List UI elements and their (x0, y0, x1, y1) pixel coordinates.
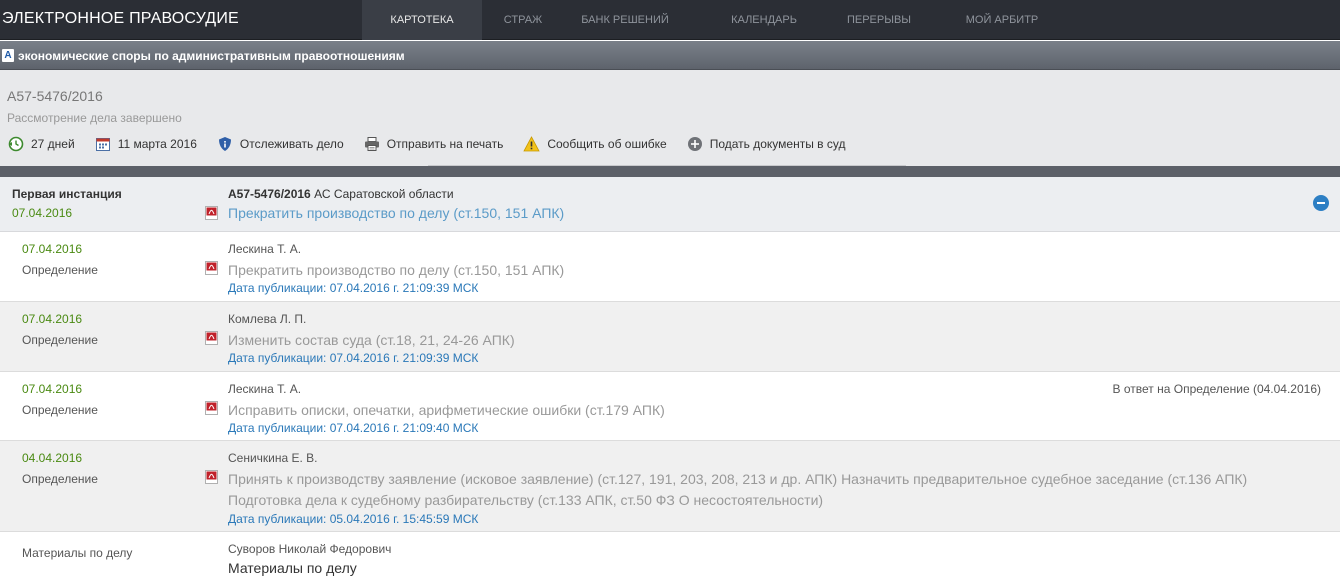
materials-row: Материалы по делу Суворов Николай Федоро… (0, 532, 1340, 581)
document-title-line: Принять к производству заявление (исково… (228, 471, 1248, 487)
materials-title-link[interactable]: Материалы по делу (228, 560, 357, 576)
document-title-line: Подготовка дела к судебному разбирательс… (228, 492, 824, 508)
document-publication-date: Дата публикации: 07.04.2016 г. 21:09:39 … (228, 351, 479, 365)
document-type: Определение (22, 472, 98, 486)
document-row: 07.04.2016 Определение Лескина Т. А. Пре… (0, 232, 1340, 302)
case-actions: 27 дней 11 марта 2016 Отслеживать дело О… (8, 136, 866, 152)
print-label: Отправить на печать (386, 137, 504, 151)
case-header: А57-5476/2016 Рассмотрение дела завершен… (0, 70, 1340, 166)
date-label: 11 марта 2016 (117, 137, 197, 151)
warning-icon (523, 136, 541, 152)
days-label: 27 дней (31, 137, 75, 151)
submit-documents-button[interactable]: Подать документы в суд (687, 136, 846, 152)
report-error-button[interactable]: Сообщить об ошибке (523, 136, 667, 152)
materials-label: Материалы по делу (22, 546, 133, 560)
track-label: Отслеживать дело (239, 137, 344, 151)
section-divider (0, 166, 1340, 177)
document-type: Определение (22, 403, 98, 417)
document-type: Определение (22, 333, 98, 347)
top-navigation-bar: ЭЛЕКТРОННОЕ ПРАВОСУДИЕ КАРТОТЕКА СТРАЖ Б… (0, 0, 1340, 40)
case-date[interactable]: 11 марта 2016 (95, 136, 197, 152)
materials-person: Суворов Николай Федорович (228, 542, 392, 556)
brand-title[interactable]: ЭЛЕКТРОННОЕ ПРАВОСУДИЕ (2, 10, 239, 28)
document-judge: Лескина Т. А. (228, 242, 302, 256)
category-title: экономические споры по административным … (18, 49, 405, 63)
document-title-link[interactable]: Прекратить производство по делу (ст.150,… (228, 260, 1318, 281)
nav-kalendar[interactable]: КАЛЕНДАРЬ (686, 0, 842, 40)
document-publication-date: Дата публикации: 05.04.2016 г. 15:45:59 … (228, 512, 479, 526)
main-nav: КАРТОТЕКА СТРАЖ БАНК РЕШЕНИЙ КАЛЕНДАРЬ П… (362, 0, 1088, 40)
document-date: 07.04.2016 (22, 382, 83, 396)
pdf-icon (205, 470, 218, 484)
instance-case-info: А57-5476/2016 АС Саратовской области (228, 187, 454, 201)
collapse-minus-icon[interactable] (1313, 195, 1329, 211)
category-bar: А экономические споры по административны… (0, 41, 1340, 70)
category-badge-icon: А (2, 49, 14, 62)
clock-back-icon (8, 136, 24, 152)
document-publication-date: Дата публикации: 07.04.2016 г. 21:09:39 … (228, 281, 479, 295)
instance-date: 07.04.2016 (12, 206, 73, 220)
instance-case-number: А57-5476/2016 (228, 187, 311, 201)
print-button[interactable]: Отправить на печать (364, 136, 504, 152)
instance-header: Первая инстанция 07.04.2016 А57-5476/201… (0, 177, 1340, 232)
pdf-icon (205, 401, 218, 415)
document-judge: Лескина Т. А. (228, 382, 302, 396)
submit-label: Подать документы в суд (709, 137, 846, 151)
report-label: Сообщить об ошибке (547, 137, 667, 151)
document-date: 07.04.2016 (22, 312, 83, 326)
document-row: 07.04.2016 Определение Комлева Л. П. Изм… (0, 302, 1340, 372)
track-case-button[interactable]: Отслеживать дело (217, 136, 344, 152)
nav-strazh[interactable]: СТРАЖ (482, 0, 564, 40)
document-reply-reference[interactable]: В ответ на Определение (04.04.2016) (1113, 382, 1321, 396)
plus-circle-icon (687, 137, 702, 151)
case-status: Рассмотрение дела завершено (7, 111, 182, 125)
document-type: Определение (22, 263, 98, 277)
document-row: 07.04.2016 Определение Лескина Т. А. В о… (0, 372, 1340, 441)
case-number: А57-5476/2016 (7, 88, 103, 104)
document-publication-date: Дата публикации: 07.04.2016 г. 21:09:40 … (228, 421, 479, 435)
document-judge: Комлева Л. П. (228, 312, 307, 326)
instance-title: Первая инстанция (12, 187, 122, 201)
printer-icon (364, 137, 379, 151)
document-title-link[interactable]: Исправить описки, опечатки, арифметическ… (228, 400, 1318, 421)
days-counter[interactable]: 27 дней (8, 136, 75, 152)
document-title-link[interactable]: Принять к производству заявление (исково… (228, 469, 1318, 511)
instance-document-link[interactable]: Прекратить производство по делу (ст.150,… (228, 205, 564, 221)
nav-pereryvy[interactable]: ПЕРЕРЫВЫ (842, 0, 916, 40)
nav-kartoteka[interactable]: КАРТОТЕКА (362, 0, 482, 40)
document-date: 04.04.2016 (22, 451, 83, 465)
pdf-icon (205, 206, 218, 220)
nav-moy-arbitr[interactable]: МОЙ АРБИТР (916, 0, 1088, 40)
pdf-icon (205, 331, 218, 345)
shield-icon (218, 137, 231, 151)
document-judge: Сеничкина Е. В. (228, 451, 318, 465)
instance-court: АС Саратовской области (314, 187, 454, 201)
document-row: 04.04.2016 Определение Сеничкина Е. В. П… (0, 441, 1340, 532)
document-title-link[interactable]: Изменить состав суда (ст.18, 21, 24-26 А… (228, 330, 1318, 351)
pdf-icon (205, 261, 218, 275)
calendar-icon (95, 138, 110, 151)
document-date: 07.04.2016 (22, 242, 83, 256)
nav-bank-resheniy[interactable]: БАНК РЕШЕНИЙ (564, 0, 686, 40)
